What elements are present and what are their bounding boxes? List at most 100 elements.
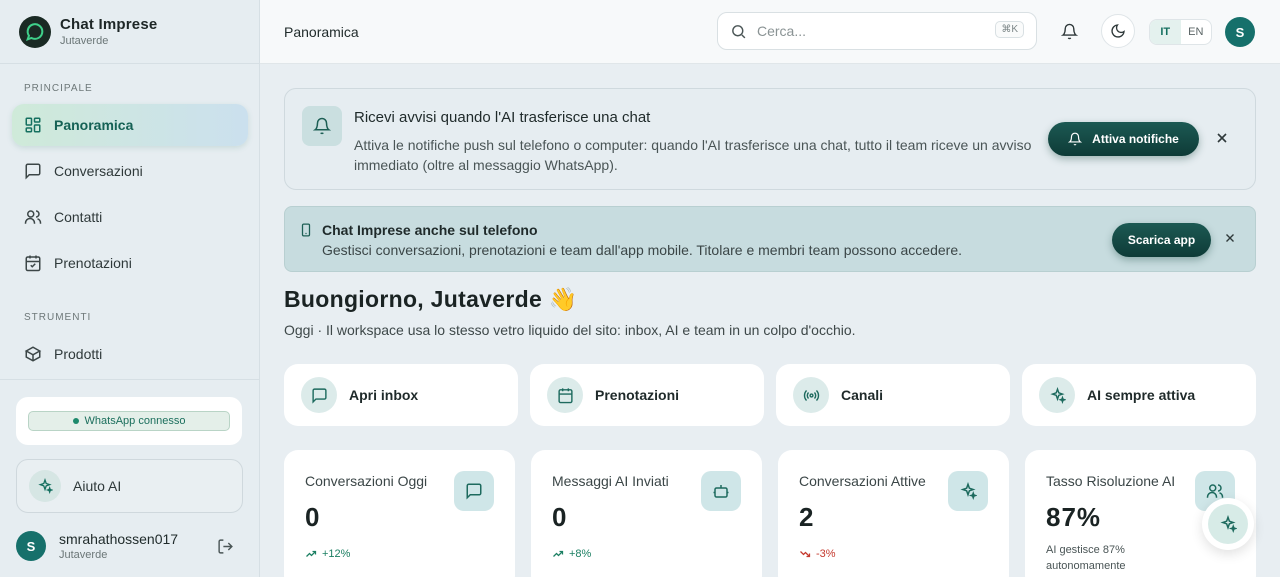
box-icon bbox=[24, 345, 42, 363]
sidebar-item-label: Panoramica bbox=[54, 117, 134, 133]
stat-note: AI gestisce 87% autonomamente bbox=[1046, 544, 1126, 572]
search-shortcut: ⌘K bbox=[995, 21, 1024, 38]
section-label-principale: PRINCIPALE bbox=[24, 83, 93, 94]
grid-icon bbox=[24, 116, 42, 134]
moon-icon bbox=[1110, 23, 1126, 39]
language-switcher: IT EN bbox=[1149, 19, 1212, 45]
theme-toggle-button[interactable] bbox=[1101, 14, 1135, 48]
stat-trend: -3% bbox=[799, 548, 836, 560]
quick-action-inbox[interactable]: Apri inbox bbox=[284, 364, 518, 426]
download-app-label: Scarica app bbox=[1127, 233, 1196, 247]
sidebar-item-prodotti[interactable]: Prodotti bbox=[12, 333, 248, 375]
ai-help-label: Aiuto AI bbox=[73, 478, 122, 494]
sidebar-divider bbox=[0, 379, 259, 380]
status-dot-icon bbox=[72, 418, 79, 424]
sparkles-icon bbox=[948, 471, 988, 511]
bot-icon bbox=[701, 471, 741, 511]
stat-trend: +8% bbox=[552, 548, 591, 560]
banner-title: Ricevi avvisi quando l'AI trasferisce un… bbox=[354, 109, 651, 126]
quick-action-label: AI sempre attiva bbox=[1087, 387, 1196, 403]
trend-up-icon bbox=[552, 548, 564, 560]
phone-icon bbox=[299, 223, 313, 237]
whatsapp-status-text: WhatsApp connesso bbox=[84, 415, 186, 427]
sparkles-icon bbox=[29, 470, 61, 502]
sidebar-item-label: Contatti bbox=[54, 209, 103, 225]
stat-trend-value: +8% bbox=[569, 548, 592, 560]
brand[interactable]: Chat Imprese Jutaverde bbox=[0, 0, 259, 64]
whatsapp-status-card: WhatsApp connesso bbox=[16, 397, 242, 445]
notifications-button[interactable] bbox=[1054, 16, 1084, 46]
banner-text: Attiva le notifiche push sul telefono o … bbox=[354, 137, 1032, 173]
users-icon bbox=[24, 208, 42, 226]
message-icon bbox=[24, 162, 42, 180]
app-name: Chat Imprese bbox=[60, 16, 158, 33]
logout-icon[interactable] bbox=[217, 538, 234, 555]
enable-notifications-label: Attiva notifiche bbox=[1092, 132, 1179, 146]
close-icon[interactable] bbox=[1223, 231, 1241, 249]
enable-notifications-button[interactable]: Attiva notifiche bbox=[1048, 122, 1199, 156]
section-label-strumenti: STRUMENTI bbox=[24, 312, 92, 323]
stat-trend-value: -3% bbox=[816, 548, 836, 560]
stat-trend-value: +12% bbox=[322, 548, 351, 560]
app-banner-title: Chat Imprese anche sul telefono bbox=[322, 222, 538, 238]
stat-card-conversazioni-oggi: Conversazioni Oggi 0 +12% bbox=[284, 450, 515, 577]
search-icon bbox=[730, 23, 747, 40]
sidebar: Chat Imprese Jutaverde PRINCIPALE Panora… bbox=[0, 0, 260, 577]
close-icon[interactable] bbox=[1214, 130, 1232, 148]
mobile-app-banner: Chat Imprese anche sul telefono Gestisci… bbox=[284, 206, 1256, 272]
sidebar-item-conversazioni[interactable]: Conversazioni bbox=[12, 150, 248, 192]
stat-label: Conversazioni Oggi bbox=[305, 473, 428, 489]
user-profile[interactable]: S smrahathossen017 Jutaverde bbox=[16, 526, 244, 566]
sidebar-item-contatti[interactable]: Contatti bbox=[12, 196, 248, 238]
page-title: Panoramica bbox=[284, 23, 359, 40]
bell-icon bbox=[302, 106, 342, 146]
user-org: Jutaverde bbox=[59, 549, 108, 561]
sidebar-item-prenotazioni[interactable]: Prenotazioni bbox=[12, 242, 248, 284]
brand-logo-icon bbox=[19, 15, 51, 48]
quick-action-canali[interactable]: Canali bbox=[776, 364, 1010, 426]
stat-value: 2 bbox=[799, 502, 815, 532]
stat-card-conversazioni-attive: Conversazioni Attive 2 -3% bbox=[778, 450, 1009, 577]
app-banner-text: Gestisci conversazioni, prenotazioni e t… bbox=[322, 242, 962, 258]
quick-action-label: Canali bbox=[841, 387, 884, 403]
quick-action-label: Prenotazioni bbox=[595, 387, 680, 403]
user-name: smrahathossen017 bbox=[59, 531, 179, 547]
sidebar-item-panoramica[interactable]: Panoramica bbox=[12, 104, 248, 146]
stat-value: 0 bbox=[552, 502, 568, 532]
quick-action-label: Apri inbox bbox=[349, 387, 419, 403]
lang-it[interactable]: IT bbox=[1150, 20, 1181, 44]
stat-label: Conversazioni Attive bbox=[799, 473, 926, 489]
lang-en[interactable]: EN bbox=[1181, 20, 1212, 44]
sparkles-icon bbox=[1039, 377, 1075, 413]
sidebar-item-label: Conversazioni bbox=[54, 163, 143, 179]
stat-label: Messaggi AI Inviati bbox=[552, 473, 669, 489]
calendar-icon bbox=[24, 254, 42, 272]
message-icon bbox=[454, 471, 494, 511]
bell-icon bbox=[1068, 132, 1083, 146]
sidebar-item-label: Prenotazioni bbox=[54, 255, 132, 271]
quick-action-ai[interactable]: AI sempre attiva bbox=[1022, 364, 1256, 426]
sidebar-item-label: Prodotti bbox=[54, 346, 103, 362]
search-input[interactable] bbox=[757, 23, 977, 39]
trend-up-icon bbox=[305, 548, 317, 560]
main-content: Ricevi avvisi quando l'AI trasferisce un… bbox=[260, 64, 1280, 577]
ai-assistant-fab[interactable] bbox=[1202, 498, 1254, 550]
quick-action-prenotazioni[interactable]: Prenotazioni bbox=[530, 364, 764, 426]
message-icon bbox=[301, 377, 337, 413]
broadcast-icon bbox=[793, 377, 829, 413]
download-app-button[interactable]: Scarica app bbox=[1112, 223, 1211, 257]
stat-label: Tasso Risoluzione AI bbox=[1046, 473, 1176, 489]
stat-value: 0 bbox=[305, 502, 321, 532]
greeting-subtitle: Oggi · Il workspace usa lo stesso vetro … bbox=[284, 322, 856, 338]
avatar[interactable]: S bbox=[1225, 17, 1255, 47]
ai-help-button[interactable]: Aiuto AI bbox=[16, 459, 243, 513]
stat-value: 87% bbox=[1046, 502, 1102, 532]
search-box[interactable]: ⌘K bbox=[717, 12, 1037, 50]
greeting-title: Buongiorno, Jutaverde 👋 bbox=[284, 286, 578, 312]
workspace-name: Jutaverde bbox=[60, 35, 109, 47]
trend-down-icon bbox=[799, 548, 811, 560]
topbar: Panoramica ⌘K IT EN S bbox=[260, 0, 1280, 64]
calendar-icon bbox=[547, 377, 583, 413]
whatsapp-status-badge: WhatsApp connesso bbox=[28, 411, 230, 431]
stat-trend: +12% bbox=[305, 548, 350, 560]
